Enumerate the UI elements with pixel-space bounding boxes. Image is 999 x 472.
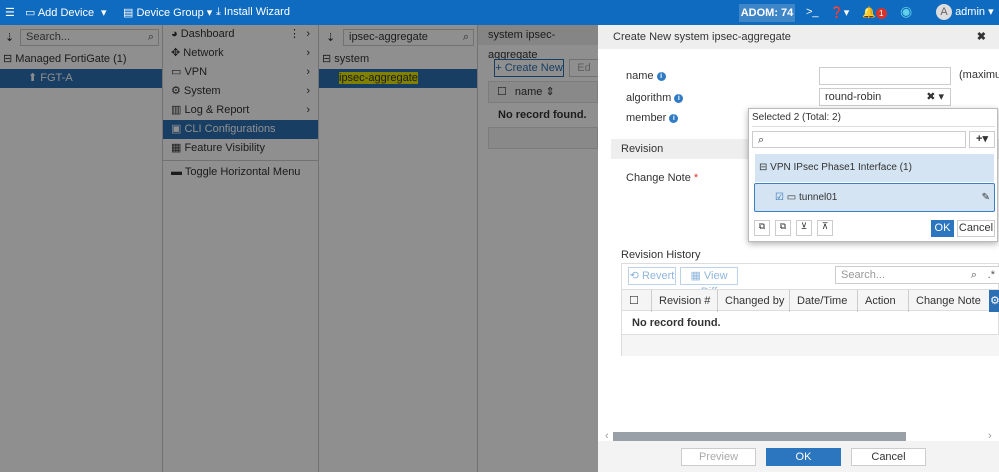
column-action[interactable]: Action bbox=[858, 290, 909, 312]
top-bar: ☰ ▭ Add Device ▾ ▤ Device Group ▾ ⤓ Inst… bbox=[0, 0, 999, 25]
member-group-vpn-ipsec[interactable]: ⊟ VPN IPsec Phase1 Interface (1) bbox=[755, 154, 994, 182]
revision-table-header: ☐ Revision # Changed by Date/Time Action… bbox=[622, 289, 999, 312]
search-icon: ⌕ bbox=[758, 134, 765, 146]
button-label: Revert bbox=[641, 270, 675, 282]
hamburger-menu-icon[interactable]: ☰ bbox=[5, 6, 15, 19]
column-date-time[interactable]: Date/Time bbox=[790, 290, 858, 312]
dialog-title: Create New system ipsec-aggregate bbox=[613, 31, 791, 43]
user-menu[interactable]: A admin ▾ bbox=[936, 4, 994, 20]
edit-icon[interactable]: ✎ bbox=[982, 184, 990, 211]
install-wizard-label: Install Wizard bbox=[223, 6, 290, 18]
avatar: A bbox=[936, 4, 952, 20]
member-dropdown: Selected 2 (Total: 2) ⌕ +▾ ⊟ VPN IPsec P… bbox=[748, 108, 998, 242]
view-diff-button[interactable]: ▦ View Diff bbox=[680, 267, 738, 298]
member-label: member i bbox=[626, 112, 679, 124]
regex-icon[interactable]: .* bbox=[988, 267, 995, 283]
algorithm-value: round-robin bbox=[825, 91, 882, 103]
create-ipsec-aggregate-dialog: Create New system ipsec-aggregate ✖ name … bbox=[598, 25, 999, 472]
search-placeholder: Search... bbox=[841, 269, 886, 281]
name-label: name i bbox=[626, 70, 666, 82]
item-label: tunnel01 bbox=[798, 192, 838, 203]
empty-message: No record found. bbox=[632, 317, 721, 329]
preview-button[interactable]: Preview bbox=[681, 448, 756, 466]
revision-history-title: Revision History bbox=[621, 249, 701, 261]
revision-search-input[interactable]: Search... ⌕ .* bbox=[835, 266, 999, 284]
help-icon[interactable]: ❓▾ bbox=[830, 6, 849, 19]
ok-button[interactable]: OK bbox=[766, 448, 841, 466]
add-device-button[interactable]: ▭ Add Device bbox=[25, 6, 94, 19]
select-all-checkbox[interactable]: ☐ bbox=[622, 290, 652, 312]
divider bbox=[752, 126, 995, 127]
checkbox-checked[interactable]: ☑ bbox=[775, 192, 784, 203]
column-change-note[interactable]: Change Note bbox=[909, 290, 989, 312]
notification-badge: 1 bbox=[875, 8, 887, 19]
label-text: member bbox=[626, 112, 667, 124]
algorithm-label: algorithm i bbox=[626, 92, 684, 104]
user-name: admin bbox=[955, 6, 986, 18]
info-icon[interactable]: i bbox=[669, 113, 679, 123]
install-wizard-button[interactable]: ⤓ Install Wizard bbox=[216, 6, 290, 19]
modal-backdrop bbox=[0, 25, 598, 472]
info-icon[interactable]: i bbox=[674, 93, 684, 103]
device-group-button[interactable]: ▤ Device Group ▾ bbox=[123, 6, 212, 19]
notifications-icon[interactable]: 🔔 1 bbox=[862, 6, 887, 19]
info-icon[interactable]: i bbox=[656, 71, 666, 81]
add-device-label: Add Device bbox=[37, 7, 95, 19]
table-footer bbox=[622, 334, 999, 356]
chevron-down-icon[interactable]: ▾ bbox=[938, 91, 944, 103]
adom-selector[interactable]: ADOM: 74 bbox=[739, 4, 795, 22]
column-settings-icon[interactable]: ⚙ bbox=[989, 290, 999, 312]
label-text: name bbox=[626, 70, 654, 82]
required-marker: * bbox=[693, 172, 699, 184]
member-item-tunnel01[interactable]: ☑ ▭ tunnel01 ✎ bbox=[754, 183, 995, 212]
close-icon[interactable]: ✖ bbox=[977, 25, 986, 49]
collapse-all-icon[interactable]: ⊼ bbox=[817, 220, 833, 236]
search-icon[interactable]: ⌕ bbox=[971, 267, 977, 283]
add-device-dropdown-icon[interactable]: ▾ bbox=[101, 6, 107, 19]
change-note-label: Change Note * bbox=[626, 172, 698, 184]
dialog-header: Create New system ipsec-aggregate ✖ bbox=[598, 25, 999, 49]
cancel-button[interactable]: Cancel bbox=[851, 448, 926, 466]
algorithm-select[interactable]: round-robin ✖ ▾ bbox=[819, 88, 951, 106]
select-all-icon[interactable]: ⧉ bbox=[754, 220, 770, 236]
assistant-bot-icon[interactable]: ◉ bbox=[900, 3, 912, 20]
revert-button[interactable]: ⟲ Revert bbox=[628, 267, 676, 285]
name-input[interactable] bbox=[819, 67, 951, 85]
label-text: Change Note bbox=[626, 172, 691, 184]
group-label: VPN IPsec Phase1 Interface (1) bbox=[770, 162, 912, 173]
selected-count: Selected 2 (Total: 2) bbox=[752, 112, 841, 123]
name-hint: (maximum bbox=[959, 69, 999, 81]
device-group-label: Device Group bbox=[136, 7, 204, 19]
column-changed-by[interactable]: Changed by bbox=[718, 290, 790, 312]
cli-console-icon[interactable]: >_ bbox=[806, 6, 819, 18]
copy-icon[interactable]: ⧉ bbox=[775, 220, 791, 236]
add-member-button[interactable]: +▾ bbox=[969, 131, 995, 148]
label-text: algorithm bbox=[626, 92, 672, 104]
interface-icon: ▭ bbox=[786, 192, 797, 203]
dropdown-cancel-button[interactable]: Cancel bbox=[957, 220, 995, 237]
column-revision[interactable]: Revision # bbox=[652, 290, 718, 312]
revision-history-table: ⟲ Revert ▦ View Diff Search... ⌕ .* ☐ Revi… bbox=[621, 263, 999, 356]
clear-icon[interactable]: ✖ bbox=[926, 91, 935, 103]
horizontal-scrollbar[interactable] bbox=[613, 432, 906, 441]
expand-all-icon[interactable]: ⊻ bbox=[796, 220, 812, 236]
member-search-input[interactable]: ⌕ bbox=[752, 131, 966, 148]
dropdown-ok-button[interactable]: OK bbox=[931, 220, 954, 237]
